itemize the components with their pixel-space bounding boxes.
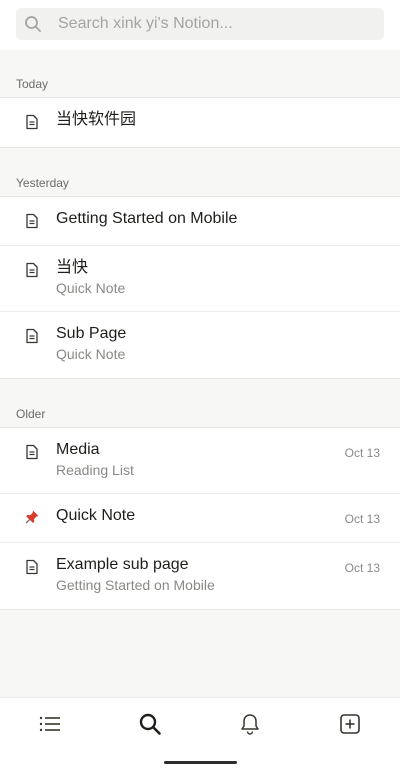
search-input[interactable] (58, 15, 358, 33)
item-title: Getting Started on Mobile (56, 210, 238, 227)
item-subtitle: Quick Note (56, 346, 126, 362)
item-date: Oct 13 (344, 446, 380, 460)
today-list: 当快软件园 (0, 98, 400, 148)
page-icon (26, 114, 38, 130)
older-list: Media Reading List Oct 13 Quick Note Oct… (0, 428, 400, 610)
page-icon (26, 444, 38, 460)
nav-list-button[interactable] (38, 712, 62, 736)
search-icon (25, 16, 41, 32)
list-item[interactable]: Example sub page Getting Started on Mobi… (0, 543, 400, 609)
bell-icon (241, 714, 259, 735)
page-icon (26, 328, 38, 344)
list-item[interactable]: 当快软件园 (0, 98, 400, 147)
bottom-nav (0, 697, 400, 770)
list-item[interactable]: Sub Page Quick Note (0, 312, 400, 378)
list-item[interactable]: Quick Note Oct 13 (0, 494, 400, 543)
list-icon (39, 716, 60, 732)
nav-search-button[interactable] (138, 712, 162, 736)
new-page-icon (340, 714, 360, 734)
item-date: Oct 13 (344, 561, 380, 575)
section-header-older: Older (0, 379, 400, 428)
item-title: 当快 (56, 259, 89, 276)
item-title: 当快软件园 (56, 111, 137, 128)
yesterday-list: Getting Started on Mobile 当快 Quick Note … (0, 197, 400, 379)
item-title: Sub Page (56, 325, 127, 342)
page-icon (26, 262, 38, 278)
home-indicator (164, 761, 237, 764)
nav-notifications-button[interactable] (238, 712, 262, 736)
item-title: Quick Note (56, 507, 136, 524)
item-title: Media (56, 441, 100, 458)
item-subtitle: Quick Note (56, 280, 126, 296)
search-icon (139, 713, 161, 735)
item-subtitle: Getting Started on Mobile (56, 577, 215, 593)
pushpin-icon (25, 510, 39, 524)
item-title: Example sub page (56, 556, 189, 573)
section-header-today: Today (0, 50, 400, 98)
item-subtitle: Reading List (56, 462, 134, 478)
search-bar-container (0, 0, 400, 50)
section-header-yesterday: Yesterday (0, 148, 400, 197)
search-box[interactable] (16, 8, 384, 40)
list-item[interactable]: 当快 Quick Note (0, 246, 400, 312)
page-icon (26, 213, 38, 229)
nav-new-page-button[interactable] (338, 712, 362, 736)
item-date: Oct 13 (344, 512, 380, 526)
list-item[interactable]: Getting Started on Mobile (0, 197, 400, 246)
list-item[interactable]: Media Reading List Oct 13 (0, 428, 400, 494)
page-icon (26, 559, 38, 575)
